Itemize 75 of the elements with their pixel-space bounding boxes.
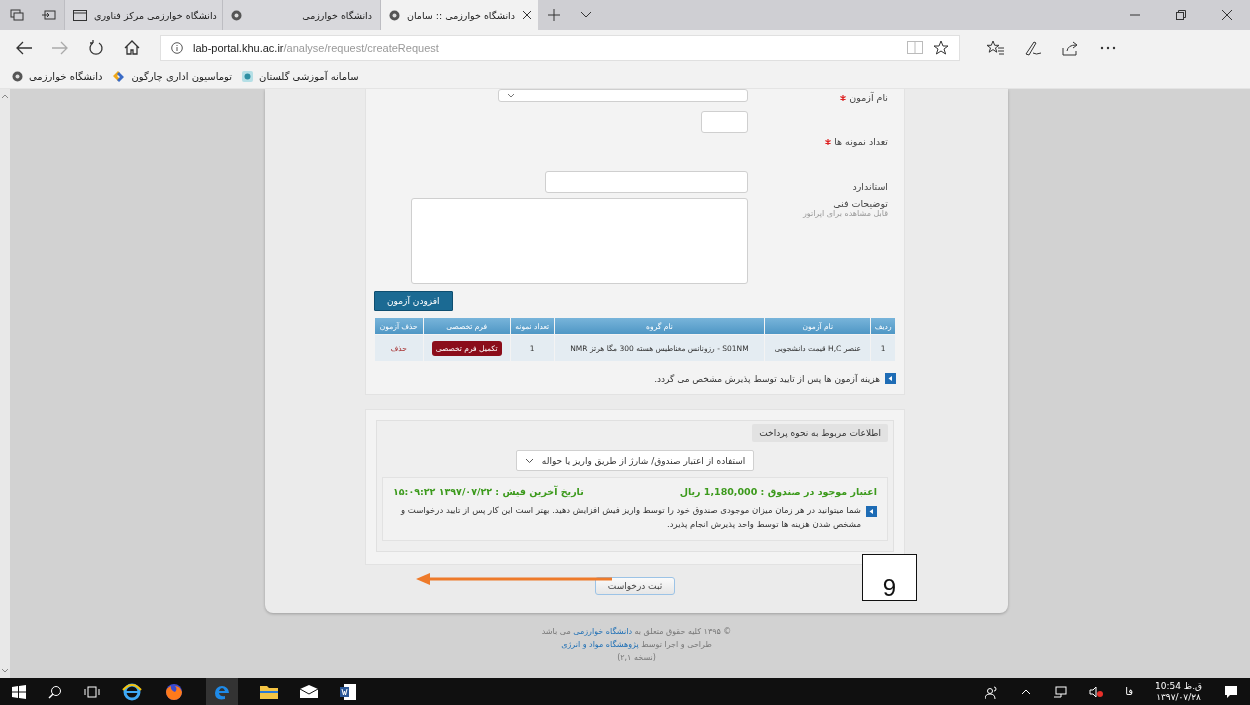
back-icon[interactable] bbox=[16, 40, 32, 55]
envelope-icon[interactable] bbox=[300, 685, 318, 698]
page-icon bbox=[73, 9, 87, 21]
payment-method-select[interactable]: استفاده از اعتبار صندوق/ شارژ از طریق واریز یا حواله bbox=[515, 450, 755, 471]
footer-link[interactable]: پژوهشگاه مواد و انرژی bbox=[561, 639, 639, 649]
start-icon[interactable] bbox=[12, 684, 26, 699]
chevron-down-icon bbox=[507, 93, 515, 98]
search-icon[interactable] bbox=[48, 684, 62, 699]
bookmark-link[interactable]: توماسیون اداری چارگون bbox=[131, 71, 233, 82]
notes-field[interactable] bbox=[411, 198, 748, 284]
more-icon[interactable] bbox=[1100, 45, 1116, 50]
chevron-down-icon bbox=[524, 457, 534, 464]
swirl-icon bbox=[112, 70, 126, 83]
sample-count-field[interactable] bbox=[701, 111, 748, 133]
info-text: شما میتوانید در هر زمان میزان موجودی صندوق خود را توسط واریز فیش افزایش دهید. بهتر است این کار پس از تایید درخواست و مشخص شدن هزینه ها توسط واحد پذیرش انجام پذیرد. bbox=[399, 504, 861, 532]
close-icon[interactable] bbox=[1222, 10, 1232, 20]
bookmark-link[interactable]: دانشگاه خوارزمی bbox=[29, 71, 103, 82]
chevron-down-icon[interactable] bbox=[580, 11, 592, 19]
restore-icon[interactable] bbox=[1176, 10, 1186, 20]
footer-text: طراحی و اجرا توسط پژوهشگاه مواد و انرژی bbox=[561, 639, 712, 649]
field-label: استاندارد bbox=[852, 181, 888, 192]
people-icon[interactable] bbox=[985, 684, 1000, 699]
field-hint: قابل مشاهده برای اپراتور bbox=[801, 209, 888, 218]
footer-text: © ۱۳۹۵ کلیه حقوق متعلق به دانشگاه خوارزمی می باشد bbox=[541, 626, 732, 636]
browser-tab[interactable]: دانشگاه خوارزمی bbox=[222, 0, 380, 30]
speaker-icon[interactable] bbox=[1089, 685, 1104, 698]
folder-icon[interactable] bbox=[260, 684, 278, 699]
scroll-down-icon[interactable] bbox=[1, 668, 9, 674]
tab-preview-icon[interactable] bbox=[42, 9, 56, 21]
new-tab-icon[interactable] bbox=[548, 9, 560, 21]
star-icon[interactable] bbox=[933, 40, 949, 55]
close-icon[interactable] bbox=[522, 10, 532, 20]
footer-text: (نسخه ۲,۱) bbox=[617, 652, 656, 662]
bookmark-link[interactable]: سامانه آموزشی گلستان bbox=[259, 71, 359, 82]
standard-field[interactable] bbox=[545, 171, 748, 193]
fieldset-legend: اطلاعات مربوط به نحوه پرداخت bbox=[752, 424, 888, 442]
info-icon bbox=[171, 41, 183, 54]
field-label: توضیحات فنی bbox=[833, 198, 888, 209]
browser-icon[interactable] bbox=[122, 681, 142, 702]
url-text: lab-portal.khu.ac.ir/analyse/request/createRequest bbox=[193, 41, 439, 54]
seal-icon bbox=[12, 71, 23, 82]
note-text: هزینه آزمون ها پس از تایید توسط پذیرش مشخص می گردد. bbox=[654, 373, 880, 384]
tab-title: دانشگاه خوارزمی :: سامان bbox=[407, 9, 515, 21]
refresh-icon[interactable] bbox=[88, 39, 104, 56]
seal-icon bbox=[389, 9, 400, 21]
scrollbar[interactable] bbox=[0, 89, 10, 678]
field-label: نام آزمون bbox=[849, 92, 888, 103]
address-bar[interactable]: lab-portal.khu.ac.ir/analyse/request/createRequest bbox=[160, 34, 960, 61]
scroll-up-icon[interactable] bbox=[1, 93, 9, 99]
seal-icon bbox=[231, 9, 242, 21]
pen-icon[interactable] bbox=[1024, 39, 1042, 56]
browser-tab[interactable]: دانشگاه خوارزمی مرکز فناوری bbox=[64, 0, 222, 30]
language-indicator[interactable]: فا bbox=[1125, 686, 1133, 697]
field-label: تعداد نمونه ها bbox=[834, 136, 888, 147]
favorites-icon[interactable] bbox=[986, 40, 1004, 55]
browser-tab[interactable]: دانشگاه خوارزمی :: سامان bbox=[380, 0, 538, 30]
tab-title: دانشگاه خوارزمی مرکز فناوری bbox=[94, 9, 217, 21]
task-view-icon[interactable] bbox=[84, 685, 100, 698]
add-test-button[interactable]: افزودن آزمون bbox=[374, 291, 453, 311]
balance-text: اعتبار موجود در صندوق : 1,180,000 ریال bbox=[679, 486, 877, 497]
notification-icon[interactable] bbox=[1224, 684, 1238, 699]
browser-icon[interactable] bbox=[164, 681, 184, 702]
document-icon[interactable] bbox=[340, 683, 356, 700]
clock[interactable]: 10:54 ق.ظ ۱۳۹۷/۰۷/۲۸ bbox=[1155, 680, 1202, 703]
chevron-up-icon[interactable] bbox=[1021, 688, 1032, 695]
tabs-aside-icon[interactable] bbox=[10, 9, 24, 21]
home-icon[interactable] bbox=[124, 40, 140, 55]
callout-label: 9 bbox=[862, 554, 917, 601]
last-receipt-text: تاریخ آخرین فیش : ۱۳۹۷/۰۷/۲۲ ۱۵:۰۹:۲۲ bbox=[393, 486, 584, 497]
submit-button[interactable]: ثبت درخواست bbox=[594, 576, 676, 595]
footer-link[interactable]: دانشگاه خوارزمی bbox=[573, 626, 632, 636]
share-icon[interactable] bbox=[1062, 39, 1080, 56]
tab-title: دانشگاه خوارزمی bbox=[301, 9, 372, 21]
badge-icon bbox=[242, 71, 254, 82]
network-icon[interactable] bbox=[1053, 685, 1068, 698]
